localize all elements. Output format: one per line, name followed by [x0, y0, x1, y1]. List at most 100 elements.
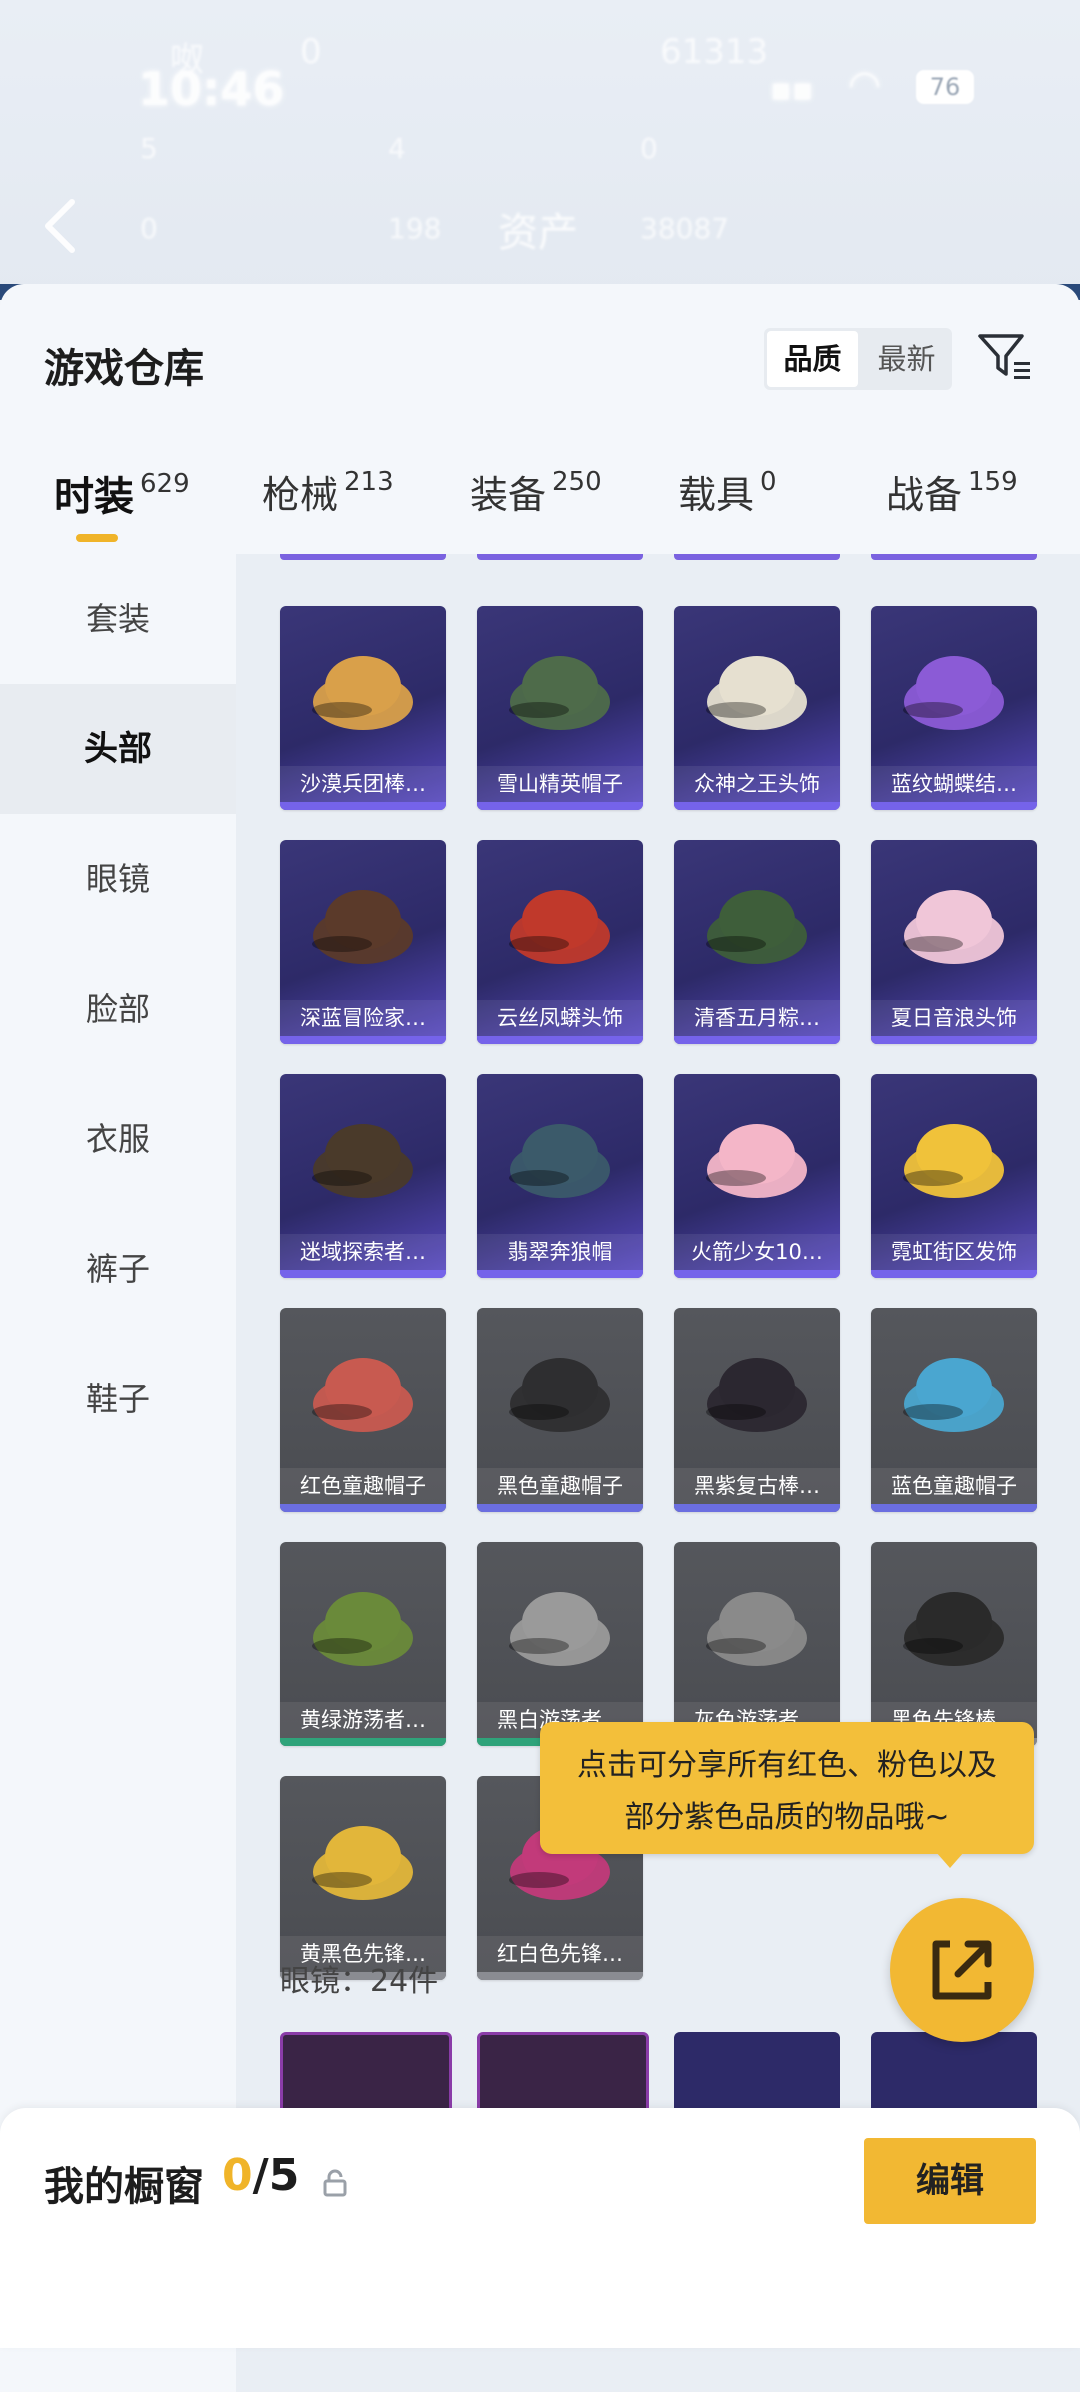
item-card[interactable]: 黑紫复古棒…: [674, 1308, 840, 1512]
item-card[interactable]: 黑白游荡者…: [477, 1542, 643, 1746]
item-image: [312, 1592, 413, 1666]
tab-count: 159: [968, 467, 1018, 497]
item-card[interactable]: 蓝纹蝴蝶结…: [871, 606, 1037, 810]
item-name: 黑色童趣帽子: [477, 1468, 643, 1504]
back-icon[interactable]: [40, 196, 80, 256]
item-name: 深蓝冒险家…: [280, 1000, 446, 1036]
rarity-bar: [280, 1036, 446, 1044]
card-edge: [477, 554, 643, 560]
item-image: [903, 1124, 1004, 1198]
lock-icon: [323, 2169, 347, 2197]
item-name: 雪山精英帽子: [477, 766, 643, 802]
tab-vehicles[interactable]: 载具 0: [678, 464, 777, 519]
card-edge: [674, 554, 840, 560]
share-tooltip: 点击可分享所有红色、粉色以及 部分紫色品质的物品哦~: [540, 1722, 1034, 1854]
item-card[interactable]: 霓虹街区发饰: [871, 1074, 1037, 1278]
sort-newest-button[interactable]: 最新: [861, 328, 952, 390]
status-time: 10:46: [138, 62, 285, 116]
item-card[interactable]: 深蓝冒险家…: [280, 840, 446, 1044]
rarity-bar: [674, 1036, 840, 1044]
rarity-bar: [477, 1972, 643, 1980]
item-image: [706, 656, 807, 730]
tooltip-arrow: [936, 1852, 964, 1868]
sidebar-item-glasses[interactable]: 眼镜: [0, 814, 236, 944]
item-name: 蓝色童趣帽子: [871, 1468, 1037, 1504]
item-card[interactable]: [674, 2032, 840, 2112]
faint-text: 198: [388, 212, 442, 245]
faint-text: 5: [140, 132, 158, 165]
item-image: [509, 656, 610, 730]
item-card[interactable]: [871, 2032, 1037, 2112]
item-card[interactable]: [477, 2032, 649, 2118]
showcase-bar: 我的橱窗 0/5 编辑: [0, 2108, 1080, 2348]
sidebar-item-head[interactable]: 头部: [0, 684, 236, 814]
item-image: [903, 1358, 1004, 1432]
item-image: [312, 1826, 413, 1900]
item-card[interactable]: 黄黑色先锋…: [280, 1776, 446, 1980]
faint-text: 0: [640, 132, 658, 165]
item-name: 迷域探索者…: [280, 1234, 446, 1270]
item-name: 红色童趣帽子: [280, 1468, 446, 1504]
item-card[interactable]: 夏日音浪头饰: [871, 840, 1037, 1044]
share-icon: [932, 1940, 992, 2000]
apps-icon: ▪▪: [770, 70, 814, 108]
sidebar-item-clothes[interactable]: 衣服: [0, 1074, 236, 1204]
item-name: 霓虹街区发饰: [871, 1234, 1037, 1270]
item-name: 夏日音浪头饰: [871, 1000, 1037, 1036]
item-card[interactable]: 云丝凤蟒头饰: [477, 840, 643, 1044]
filter-icon[interactable]: [976, 328, 1034, 386]
tab-label: 战备: [886, 473, 963, 517]
share-button[interactable]: [890, 1898, 1034, 2042]
category-tabs: 时装 629 枪械 213 装备 250 载具 0 战备 159: [0, 464, 1080, 554]
sidebar-item-suit[interactable]: 套装: [0, 554, 236, 684]
faint-text: 0: [300, 32, 322, 72]
item-image: [706, 1358, 807, 1432]
item-card[interactable]: 火箭少女10…: [674, 1074, 840, 1278]
sidebar-item-shoes[interactable]: 鞋子: [0, 1334, 236, 1464]
item-card[interactable]: 迷域探索者…: [280, 1074, 446, 1278]
rarity-bar: [871, 802, 1037, 810]
item-image: [706, 1124, 807, 1198]
item-card[interactable]: 众神之王头饰: [674, 606, 840, 810]
tooltip-line: 点击可分享所有红色、粉色以及: [577, 1748, 997, 1783]
rarity-bar: [280, 1270, 446, 1278]
item-card[interactable]: 灰色游荡者…: [674, 1542, 840, 1746]
sidebar-item-face[interactable]: 脸部: [0, 944, 236, 1074]
item-card[interactable]: 雪山精英帽子: [477, 606, 643, 810]
tab-equipment[interactable]: 装备 250: [470, 464, 602, 519]
showcase-current: 0: [222, 2150, 253, 2201]
item-card[interactable]: 清香五月粽…: [674, 840, 840, 1044]
item-card[interactable]: [280, 2032, 452, 2118]
item-card[interactable]: 黄绿游荡者…: [280, 1542, 446, 1746]
item-card[interactable]: 蓝色童趣帽子: [871, 1308, 1037, 1512]
rarity-bar: [280, 1504, 446, 1512]
item-image: [509, 1124, 610, 1198]
sidebar-item-pants[interactable]: 裤子: [0, 1204, 236, 1334]
faint-text: 61313: [660, 32, 769, 72]
section-label: 眼镜：24件: [280, 1964, 439, 1999]
faint-text: 0: [140, 212, 158, 245]
rarity-bar: [871, 1270, 1037, 1278]
card-edge: [280, 554, 446, 560]
item-image: [312, 1124, 413, 1198]
item-image: [903, 1592, 1004, 1666]
faint-text: 呶: [170, 40, 204, 80]
tab-fashion[interactable]: 时装 629: [54, 464, 190, 522]
sort-quality-button[interactable]: 品质: [767, 331, 858, 387]
item-card[interactable]: 红色童趣帽子: [280, 1308, 446, 1512]
item-image: [509, 1592, 610, 1666]
tab-supplies[interactable]: 战备 159: [886, 464, 1018, 519]
item-name: 云丝凤蟒头饰: [477, 1000, 643, 1036]
rarity-bar: [674, 1504, 840, 1512]
item-image: [706, 1592, 807, 1666]
item-card[interactable]: 翡翠奔狼帽: [477, 1074, 643, 1278]
item-card[interactable]: 黑色先锋棒…: [871, 1542, 1037, 1746]
tab-guns[interactable]: 枪械 213: [262, 464, 394, 519]
item-name: 翡翠奔狼帽: [477, 1234, 643, 1270]
item-card[interactable]: 黑色童趣帽子: [477, 1308, 643, 1512]
edit-button[interactable]: 编辑: [864, 2138, 1036, 2224]
item-image: [312, 890, 413, 964]
tab-count: 250: [552, 467, 602, 497]
item-card[interactable]: 沙漠兵团棒…: [280, 606, 446, 810]
faint-text: 4: [388, 132, 406, 165]
